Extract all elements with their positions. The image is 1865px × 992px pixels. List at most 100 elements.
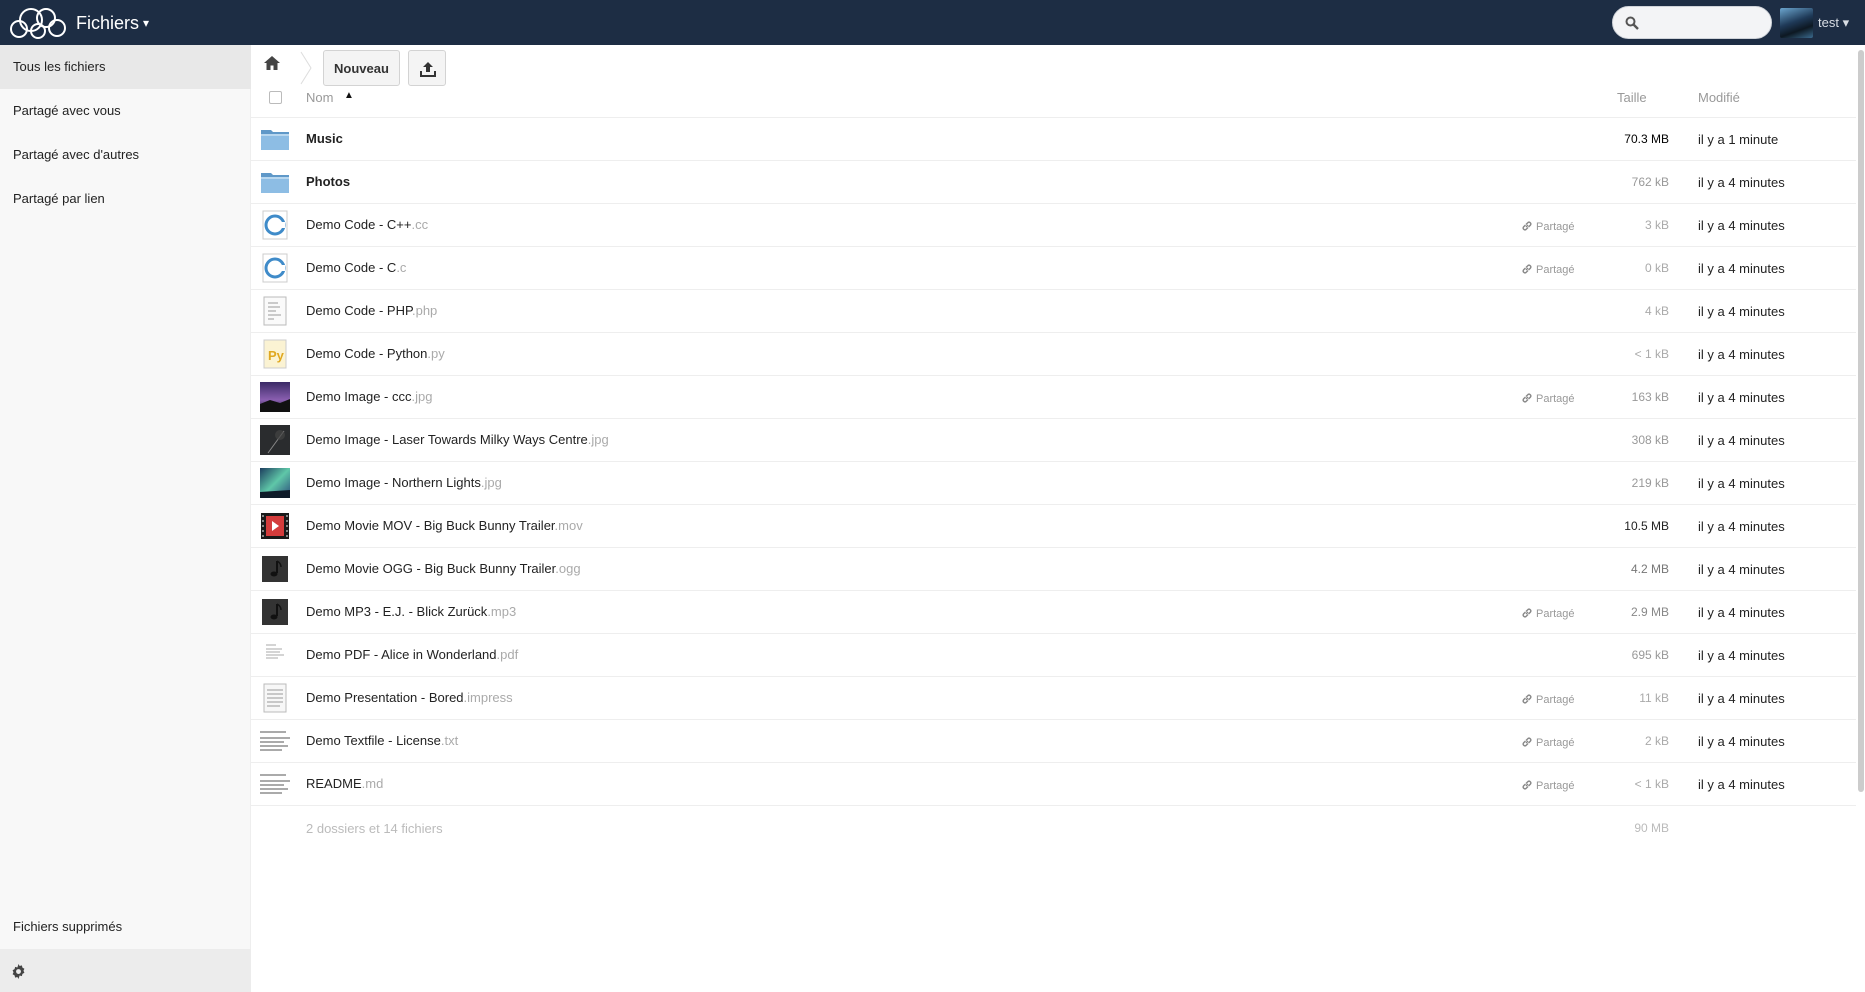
file-name[interactable]: Demo Image - Northern Lights.jpg [306, 475, 502, 490]
file-name[interactable]: Demo MP3 - E.J. - Blick Zurück.mp3 [306, 604, 516, 619]
sidebar-item-label: Partagé par lien [13, 191, 105, 206]
file-extension: .mov [554, 518, 583, 533]
file-basename: Demo PDF - Alice in Wonderland [306, 647, 497, 662]
image-aurora-thumbnail-icon [260, 468, 290, 498]
breadcrumb-separator [300, 51, 312, 85]
search-icon [1625, 16, 1639, 30]
file-extension: .jpg [411, 389, 433, 404]
sidebar-item-label: Tous les fichiers [13, 59, 106, 74]
top-header: Fichiers ▾ test ▾ [0, 0, 1865, 45]
file-basename: Photos [306, 174, 351, 189]
file-extension: .jpg [587, 432, 609, 447]
file-name[interactable]: Demo Movie MOV - Big Buck Bunny Trailer.… [306, 518, 583, 533]
text-thumbnail-icon [260, 769, 290, 799]
sidebar-item-deleted-files[interactable]: Fichiers supprimés [0, 905, 251, 949]
sidebar-item-shared-by-link[interactable]: Partagé par lien [0, 177, 251, 221]
sidebar: Tous les fichiers Partagé avec vous Part… [0, 45, 251, 992]
file-name[interactable]: Demo PDF - Alice in Wonderland.pdf [306, 647, 518, 662]
file-basename: Demo Code - C [306, 260, 397, 275]
gear-icon [12, 964, 25, 979]
sidebar-item-shared-with-others[interactable]: Partagé avec d'autres [0, 133, 251, 177]
file-name[interactable]: Demo Code - C++.cc [306, 217, 428, 232]
file-basename: Demo Presentation - Bored [306, 690, 464, 705]
file-row[interactable]: Demo Code - PHP.php 4 kB il y a 4 minutes [251, 290, 1856, 333]
sidebar-item-label: Fichiers supprimés [13, 919, 123, 934]
folder-row[interactable]: Photos 762 kB il y a 4 minutes [251, 161, 1856, 204]
file-name[interactable]: Demo Image - ccc.jpg [306, 389, 432, 404]
file-name[interactable]: Photos [306, 174, 350, 189]
file-size: < 1 kB [1634, 777, 1669, 791]
file-row[interactable]: Demo MP3 - E.J. - Blick Zurück.mp3 Partag… [251, 591, 1856, 634]
file-size: 70.3 MB [1624, 132, 1669, 146]
file-name[interactable]: Demo Code - PHP.php [306, 303, 437, 318]
file-name[interactable]: Music [306, 131, 343, 146]
file-modified: il y a 4 minutes [1698, 175, 1785, 190]
file-name[interactable]: Demo Code - Python.py [306, 346, 445, 361]
svg-text:Py: Py [268, 348, 285, 363]
file-row[interactable]: Demo PDF - Alice in Wonderland.pdf 695 kB… [251, 634, 1856, 677]
file-row[interactable]: Demo Textfile - License.txt Partagé 2 kB il… [251, 720, 1856, 763]
column-size-header[interactable]: Taille [1617, 90, 1647, 105]
file-name[interactable]: Demo Image - Laser Towards Milky Ways Ce… [306, 432, 609, 447]
file-name[interactable]: Demo Textfile - License.txt [306, 733, 458, 748]
select-all-checkbox[interactable] [269, 91, 282, 104]
app-title: Fichiers [76, 13, 140, 33]
folder-thumbnail-icon [260, 124, 290, 154]
file-extension: .cc [411, 217, 429, 232]
sort-ascending-icon[interactable]: ▲ [344, 90, 354, 101]
column-modified-header[interactable]: Modifié [1698, 90, 1740, 105]
file-row[interactable]: Demo Image - ccc.jpg Partagé 163 kB il y a … [251, 376, 1856, 419]
image-laser-thumbnail-icon [260, 425, 290, 455]
file-name[interactable]: README.md [306, 776, 383, 791]
file-modified: il y a 4 minutes [1698, 691, 1785, 706]
file-basename: Demo Image - ccc [306, 389, 412, 404]
search-input[interactable] [1612, 6, 1772, 39]
file-size: 3 kB [1644, 218, 1669, 232]
file-row[interactable]: Demo Movie MOV - Big Buck Bunny Trailer.… [251, 505, 1856, 548]
sidebar-item-shared-with-you[interactable]: Partagé avec vous [0, 89, 251, 133]
file-size: 0 kB [1644, 261, 1669, 275]
file-row[interactable]: Demo Code - C++.cc Partagé 3 kB il y a 4 mi… [251, 204, 1856, 247]
file-modified: il y a 4 minutes [1698, 777, 1785, 792]
file-size: 695 kB [1631, 648, 1669, 662]
document-thumbnail-icon [260, 683, 290, 713]
sidebar-item-all-files[interactable]: Tous les fichiers [0, 45, 251, 89]
file-row[interactable]: Py Demo Code - Python.py < 1 kB il y a 4 mi… [251, 333, 1856, 376]
file-modified: il y a 4 minutes [1698, 218, 1785, 233]
app-menu-toggle[interactable]: Fichiers ▾ [76, 13, 149, 34]
code-python-thumbnail-icon: Py [260, 339, 290, 369]
upload-icon [420, 62, 436, 77]
file-basename: Music [306, 131, 343, 146]
file-name[interactable]: Demo Presentation - Bored.impress [306, 690, 513, 705]
folder-thumbnail-icon [260, 167, 290, 197]
code-php-thumbnail-icon [260, 296, 290, 326]
file-row[interactable]: README.md Partagé < 1 kB il y a 4 minutes [251, 763, 1856, 806]
file-name[interactable]: Demo Movie OGG - Big Buck Bunny Trailer.… [306, 561, 581, 576]
settings-button[interactable] [0, 949, 251, 992]
file-row[interactable]: Demo Image - Laser Towards Milky Ways Ce… [251, 419, 1856, 462]
file-size: 4.2 MB [1630, 562, 1669, 576]
caret-down-icon: ▾ [143, 16, 150, 30]
code-c-thumbnail-icon [260, 210, 290, 240]
column-name-header[interactable]: Nom [306, 90, 333, 105]
file-modified: il y a 4 minutes [1698, 519, 1785, 534]
home-icon[interactable] [263, 55, 281, 71]
upload-button[interactable] [408, 50, 446, 86]
file-modified: il y a 4 minutes [1698, 347, 1785, 362]
file-name[interactable]: Demo Code - C.c [306, 260, 406, 275]
owncloud-logo[interactable] [6, 4, 68, 40]
file-row[interactable]: Demo Code - C.c Partagé 0 kB il y a 4 minut… [251, 247, 1856, 290]
file-row[interactable]: Demo Movie OGG - Big Buck Bunny Trailer.… [251, 548, 1856, 591]
file-extension: .php [411, 303, 438, 318]
file-basename: README [306, 776, 362, 791]
file-basename: Demo Image - Laser Towards Milky Ways Ce… [306, 432, 588, 447]
file-row[interactable]: Demo Image - Northern Lights.jpg 219 kB il… [251, 462, 1856, 505]
file-row[interactable]: Demo Presentation - Bored.impress Partagé… [251, 677, 1856, 720]
new-button[interactable]: Nouveau [323, 50, 400, 86]
summary-size: 90 MB [1634, 821, 1669, 835]
file-size: < 1 kB [1634, 347, 1669, 361]
sidebar-item-label: Partagé avec d'autres [13, 147, 140, 162]
file-modified: il y a 4 minutes [1698, 261, 1785, 276]
scrollbar[interactable] [1858, 50, 1864, 792]
folder-row[interactable]: Music 70.3 MB il y a 1 minute [251, 118, 1856, 161]
